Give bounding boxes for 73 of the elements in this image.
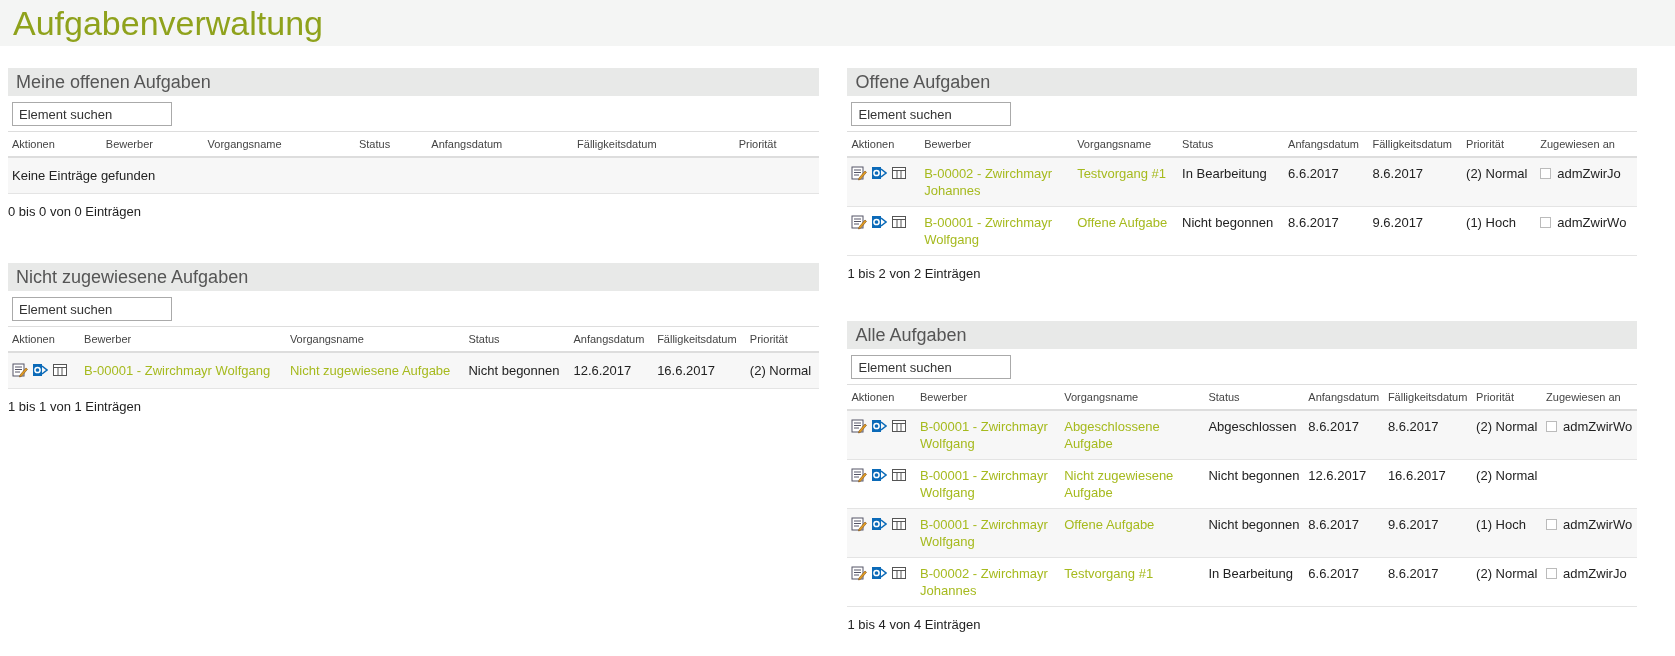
- checkbox[interactable]: [1540, 217, 1552, 228]
- edit-icon[interactable]: [851, 565, 868, 581]
- panel-header: Nicht zugewiesene Aufgaben: [8, 263, 820, 291]
- start-date: 6.6.2017: [1308, 566, 1359, 581]
- start-date: 8.6.2017: [1308, 517, 1359, 532]
- priority-text: (2) Normal: [1476, 566, 1538, 581]
- checkbox[interactable]: [1546, 568, 1558, 579]
- due-date: 9.6.2017: [1387, 517, 1439, 532]
- search-field[interactable]: Element suchen: [12, 102, 172, 126]
- due-date: 16.6.2017: [1387, 468, 1446, 483]
- assignee-name: admZwirWo: [1563, 419, 1633, 434]
- panel-header: Meine offenen Aufgaben: [8, 68, 820, 96]
- logo-icon[interactable]: [32, 362, 48, 378]
- panel-header: Alle Aufgaben: [847, 321, 1637, 349]
- priority-text: (1) Hoch: [1476, 517, 1526, 532]
- table-icon[interactable]: [52, 362, 68, 378]
- table-icon[interactable]: [891, 516, 908, 532]
- checkbox[interactable]: [1540, 168, 1552, 179]
- entries-count: 1 bis 4 von 4 Einträgen: [847, 617, 982, 632]
- logo-icon[interactable]: [871, 467, 888, 483]
- start-date: 8.6.2017: [1308, 419, 1359, 434]
- entries-count: 0 bis 0 von 0 Einträgen: [8, 204, 142, 219]
- logo-icon[interactable]: [871, 565, 888, 581]
- assignee-name: admZwirJo: [1563, 566, 1627, 581]
- search-field[interactable]: Element suchen: [12, 297, 172, 321]
- table-icon[interactable]: [891, 214, 908, 230]
- priority-text: (2) Normal: [1476, 468, 1538, 483]
- status-text: Abgeschlossen: [1208, 419, 1297, 434]
- due-date: 8.6.2017: [1372, 166, 1424, 181]
- status-text: In Bearbeitung: [1182, 166, 1267, 181]
- assignee-name: admZwirWo: [1557, 215, 1627, 230]
- logo-icon[interactable]: [871, 214, 888, 230]
- due-date: 8.6.2017: [1387, 419, 1439, 434]
- entries-count: 1 bis 1 von 1 Einträgen: [8, 399, 142, 414]
- table-icon[interactable]: [891, 565, 908, 581]
- start-date: 6.6.2017: [1288, 166, 1339, 181]
- checkbox[interactable]: [1546, 519, 1558, 530]
- panel-header: Offene Aufgaben: [847, 68, 1637, 96]
- status-text: Nicht begonnen: [468, 363, 560, 378]
- status-text: Nicht begonnen: [1182, 215, 1274, 230]
- edit-icon[interactable]: [851, 516, 868, 532]
- due-date: 16.6.2017: [657, 363, 715, 378]
- logo-icon[interactable]: [871, 516, 888, 532]
- start-date: 12.6.2017: [573, 363, 632, 378]
- search-field[interactable]: Element suchen: [851, 355, 1012, 379]
- edit-icon[interactable]: [851, 467, 868, 483]
- table-icon[interactable]: [891, 418, 908, 434]
- edit-icon[interactable]: [12, 362, 28, 378]
- assignee-name: admZwirJo: [1557, 166, 1621, 181]
- status-text: In Bearbeitung: [1208, 566, 1293, 581]
- due-date: 8.6.2017: [1387, 566, 1439, 581]
- empty-message: Keine Einträge gefunden: [12, 168, 156, 183]
- assignee-name: admZwirWo: [1563, 517, 1633, 532]
- page-title: Aufgabenverwaltung: [13, 3, 324, 44]
- status-text: Nicht begonnen: [1208, 517, 1300, 532]
- priority-text: (2) Normal: [1476, 419, 1538, 434]
- table-icon[interactable]: [891, 165, 908, 181]
- logo-icon[interactable]: [871, 165, 888, 181]
- start-date: 8.6.2017: [1288, 215, 1339, 230]
- due-date: 9.6.2017: [1372, 215, 1424, 230]
- table-icon[interactable]: [891, 467, 908, 483]
- logo-icon[interactable]: [871, 418, 888, 434]
- status-text: Nicht begonnen: [1208, 468, 1300, 483]
- priority-text: (2) Normal: [749, 363, 812, 378]
- search-field[interactable]: Element suchen: [851, 102, 1012, 126]
- checkbox[interactable]: [1546, 421, 1558, 432]
- priority-text: (2) Normal: [1466, 166, 1528, 181]
- edit-icon[interactable]: [851, 165, 868, 181]
- edit-icon[interactable]: [851, 214, 868, 230]
- start-date: 12.6.2017: [1308, 468, 1367, 483]
- entries-count: 1 bis 2 von 2 Einträgen: [847, 266, 982, 281]
- priority-text: (1) Hoch: [1466, 215, 1516, 230]
- edit-icon[interactable]: [851, 418, 868, 434]
